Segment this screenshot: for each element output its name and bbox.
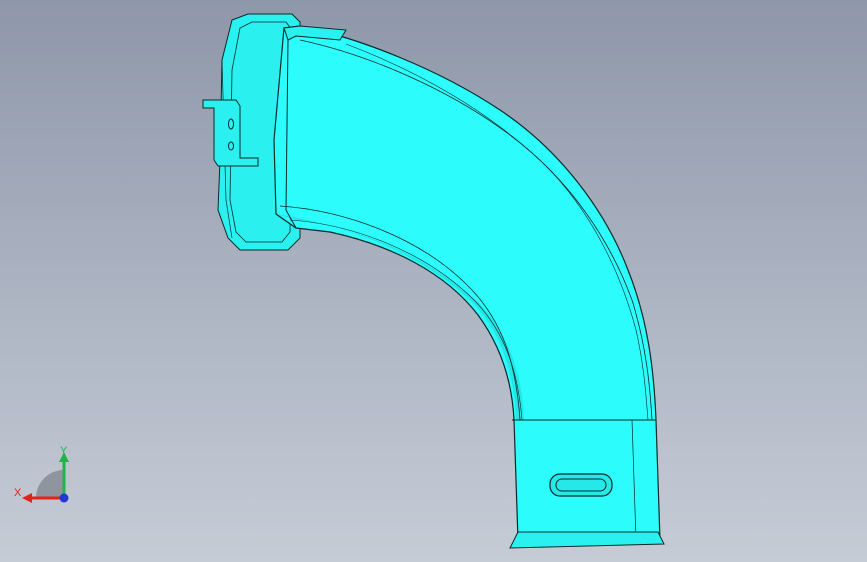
triad-plane-shade (36, 470, 64, 498)
3d-graphics-viewport[interactable]: Y X (0, 0, 867, 562)
cad-model-duct-elbow[interactable] (0, 0, 867, 562)
duct-mouth-rim (283, 25, 347, 41)
duct-body (273, 25, 661, 541)
outlet-lip (509, 531, 665, 549)
x-axis-label: X (14, 487, 22, 499)
coordinate-triad: Y X (14, 445, 69, 503)
x-axis-arrow (22, 493, 32, 503)
duct-slot-outer (549, 473, 613, 497)
y-axis-label: Y (60, 445, 68, 457)
z-axis-dot (59, 493, 69, 503)
